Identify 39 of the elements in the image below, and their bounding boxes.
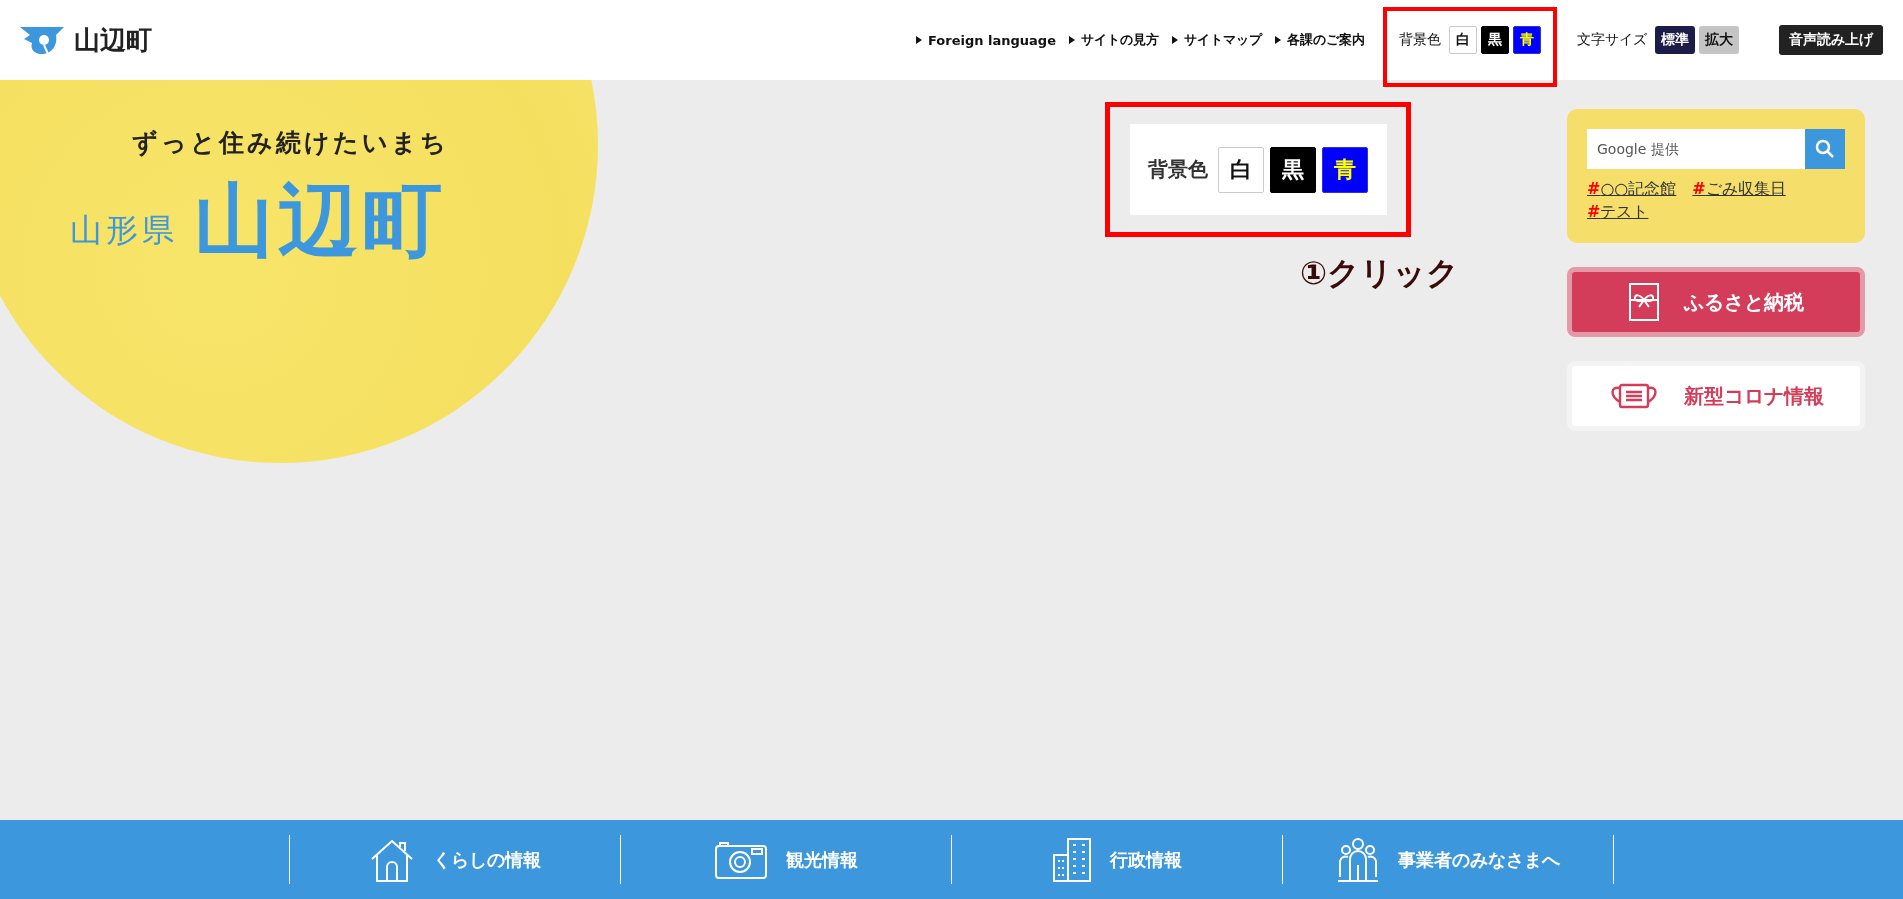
triangle-icon (1275, 36, 1281, 44)
nav-link[interactable]: Foreign language (916, 32, 1056, 48)
font-size-option[interactable]: 拡大 (1699, 26, 1739, 54)
hashtag-link[interactable]: #テスト (1587, 202, 1649, 223)
triangle-icon (916, 36, 922, 44)
hashtag-link[interactable]: #○○記念館 (1587, 179, 1677, 200)
face-mask-icon (1608, 382, 1660, 410)
search-field[interactable]: Google 提供 (1587, 129, 1805, 169)
gift-box-icon (1628, 282, 1660, 322)
triangle-icon (1172, 36, 1178, 44)
site-logo-text[interactable]: 山辺町 (74, 22, 152, 58)
banner-button[interactable]: ふるさと納税 (1567, 267, 1865, 337)
background-color-label: 背景色 (1148, 156, 1208, 183)
hero-tagline: ずっと住み続けたいまち (131, 127, 449, 159)
font-size-option[interactable]: 標準 (1655, 26, 1695, 54)
banner-button[interactable]: 新型コロナ情報 (1567, 361, 1865, 431)
nav-link[interactable]: 各課のご案内 (1275, 31, 1365, 49)
click-instruction: ①クリック (1300, 253, 1460, 294)
background-color-option[interactable]: 白 (1218, 146, 1264, 193)
triangle-icon (1069, 36, 1075, 44)
search-button[interactable] (1805, 129, 1845, 169)
prefecture-name: 山形県 (70, 210, 178, 251)
text-to-speech-button[interactable]: 音声読み上げ (1779, 25, 1883, 55)
town-emblem-icon (20, 25, 64, 55)
people-icon (1336, 836, 1380, 883)
background-color-option[interactable]: 黒 (1481, 26, 1509, 54)
background-color-option[interactable]: 青 (1322, 146, 1368, 193)
background-color-option[interactable]: 黒 (1270, 146, 1316, 193)
camera-icon (714, 839, 768, 880)
buildings-icon (1052, 836, 1092, 883)
background-color-option[interactable]: 白 (1449, 26, 1477, 54)
background-color-option[interactable]: 青 (1513, 26, 1541, 54)
hashtag-link[interactable]: #ごみ収集日 (1692, 179, 1786, 200)
town-name: 山辺町 (194, 181, 446, 261)
nav-link[interactable]: サイトの見方 (1069, 31, 1159, 49)
search-icon (1815, 139, 1835, 159)
font-size-label: 文字サイズ (1577, 31, 1647, 49)
nav-link[interactable]: サイトマップ (1172, 31, 1262, 49)
background-color-label: 背景色 (1399, 31, 1441, 49)
